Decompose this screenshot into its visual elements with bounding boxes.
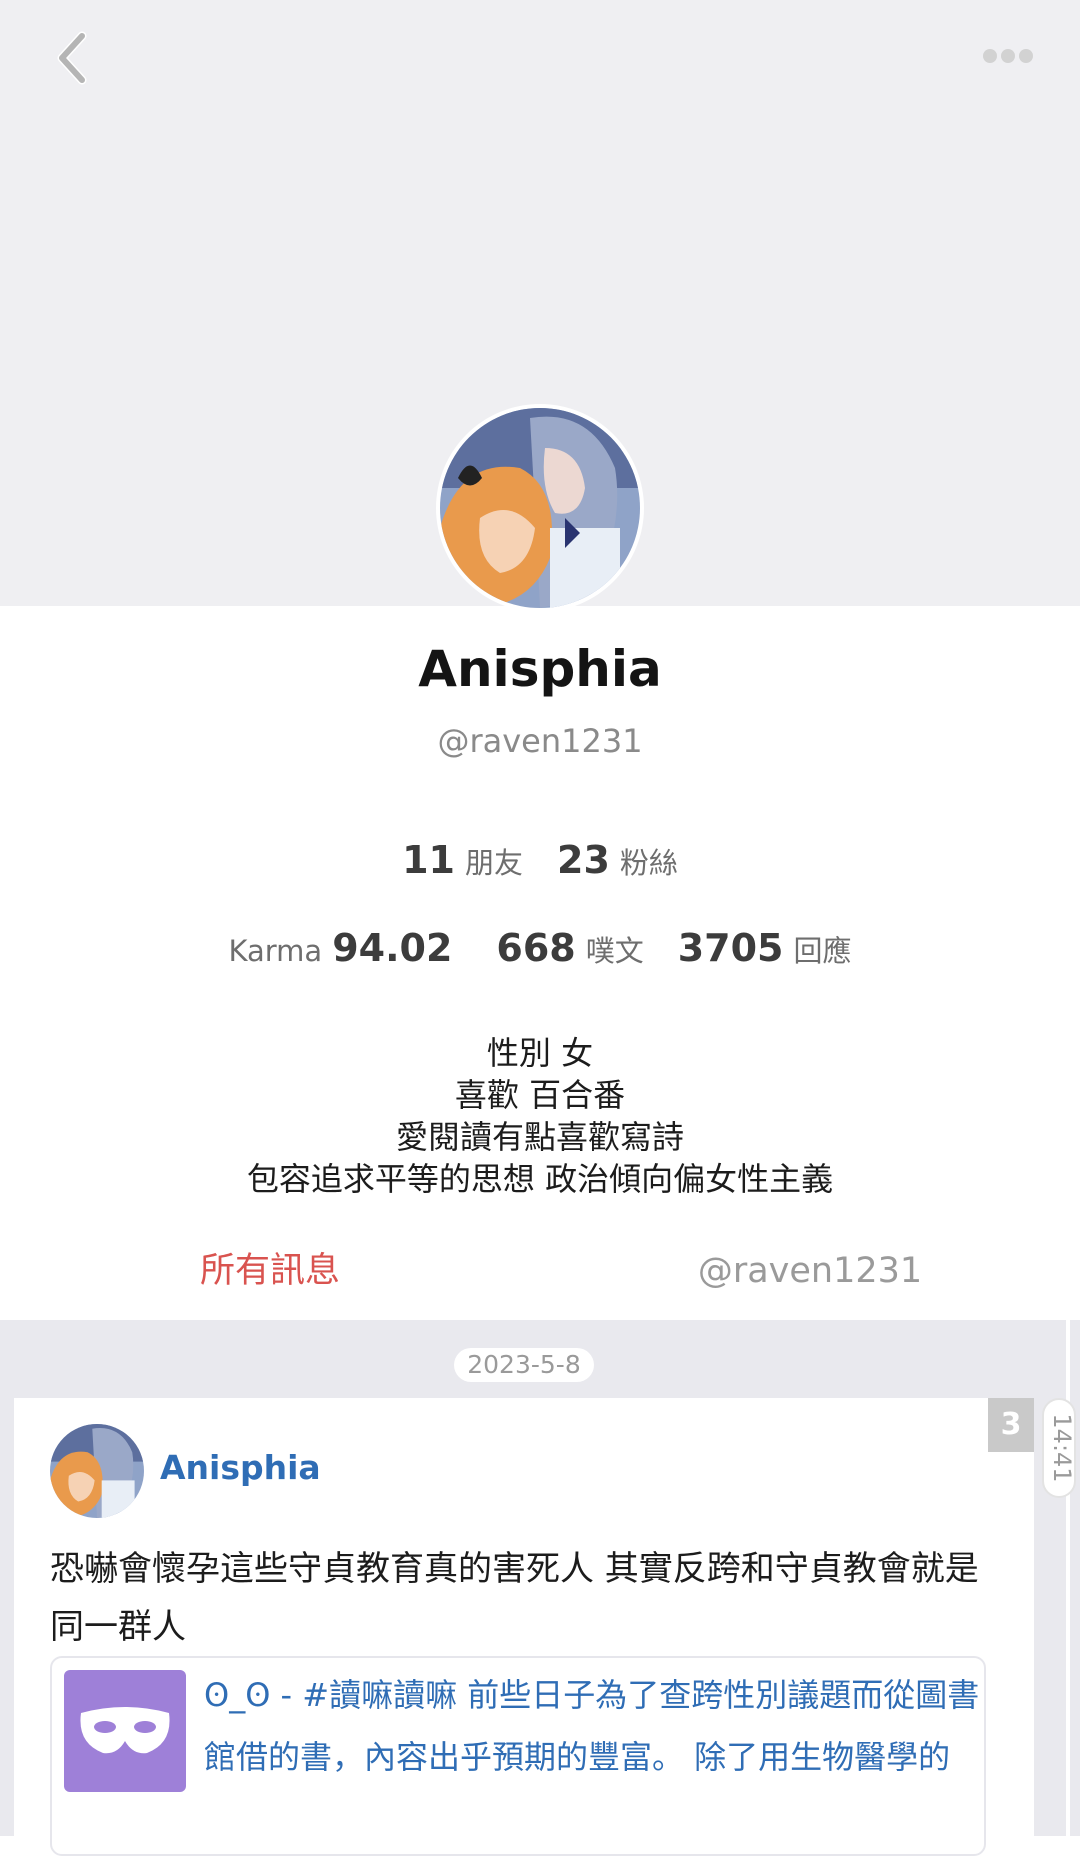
post-author-name[interactable]: Anisphia — [160, 1448, 321, 1487]
friends-stat[interactable]: 11 朋友 — [402, 838, 523, 882]
friends-label: 朋友 — [464, 846, 523, 880]
fans-label: 粉絲 — [619, 846, 678, 880]
back-button[interactable] — [44, 30, 100, 86]
karma-value: 94.02 — [332, 926, 453, 970]
friends-count: 11 — [402, 838, 455, 882]
activity-stats: Karma 94.02 668 噗文 3705 回應 — [0, 926, 1080, 970]
responses-label: 回應 — [793, 934, 852, 968]
fans-stat[interactable]: 23 粉絲 — [557, 838, 678, 882]
profile-tabs: 所有訊息 @raven1231 — [0, 1240, 1080, 1326]
responses-stat: 3705 回應 — [678, 926, 852, 970]
bio-line: 愛閱讀有點喜歡寫詩 — [395, 1118, 684, 1156]
more-dots-icon — [983, 49, 1033, 63]
profile-avatar[interactable] — [436, 404, 644, 612]
fans-count: 23 — [557, 838, 610, 882]
plurks-count: 668 — [496, 926, 576, 970]
tab-mentions[interactable]: @raven1231 — [540, 1240, 1080, 1320]
post-author-avatar[interactable] — [50, 1424, 144, 1518]
profile-name: Anisphia — [418, 640, 662, 698]
avatar — [440, 408, 640, 608]
bio-line: 性別 女 — [486, 1034, 594, 1072]
timeline-scrollbar[interactable] — [1066, 1320, 1070, 1836]
quote-link-text[interactable]: ʘ_ʘ - #讀嘛讀嘛 前些日子為了查跨性別議題而從圖書館借的書，內容出乎預期的… — [204, 1664, 980, 1788]
karma-stat: Karma 94.02 — [228, 926, 452, 970]
plurks-stat: 668 噗文 — [496, 926, 643, 970]
bio-line: 喜歡 百合番 — [454, 1076, 626, 1114]
tab-all-messages[interactable]: 所有訊息 — [0, 1240, 540, 1326]
responses-count: 3705 — [677, 926, 784, 970]
response-count-badge[interactable]: 3 — [988, 1398, 1034, 1452]
more-options-button[interactable] — [976, 34, 1040, 78]
social-stats: 11 朋友 23 粉絲 — [0, 838, 1080, 882]
plurks-label: 噗文 — [585, 934, 644, 968]
bio-line: 包容追求平等的思想 政治傾向偏女性主義 — [246, 1160, 834, 1198]
date-separator: 2023-5-8 — [454, 1348, 594, 1382]
post-time: 14:41 — [1048, 1413, 1076, 1483]
quote-thumbnail — [64, 1670, 186, 1792]
profile-handle: @raven1231 — [437, 722, 643, 760]
karma-label: Karma — [228, 934, 323, 968]
profile-bio: 性別 女 喜歡 百合番 愛閱讀有點喜歡寫詩 包容追求平等的思想 政治傾向偏女性主… — [0, 1032, 1080, 1200]
chevron-left-icon — [57, 31, 87, 85]
mask-icon — [80, 1707, 170, 1754]
post-content: 恐嚇會懷孕這些守貞教育真的害死人 其實反跨和守貞教會就是同一群人 — [50, 1549, 979, 1647]
